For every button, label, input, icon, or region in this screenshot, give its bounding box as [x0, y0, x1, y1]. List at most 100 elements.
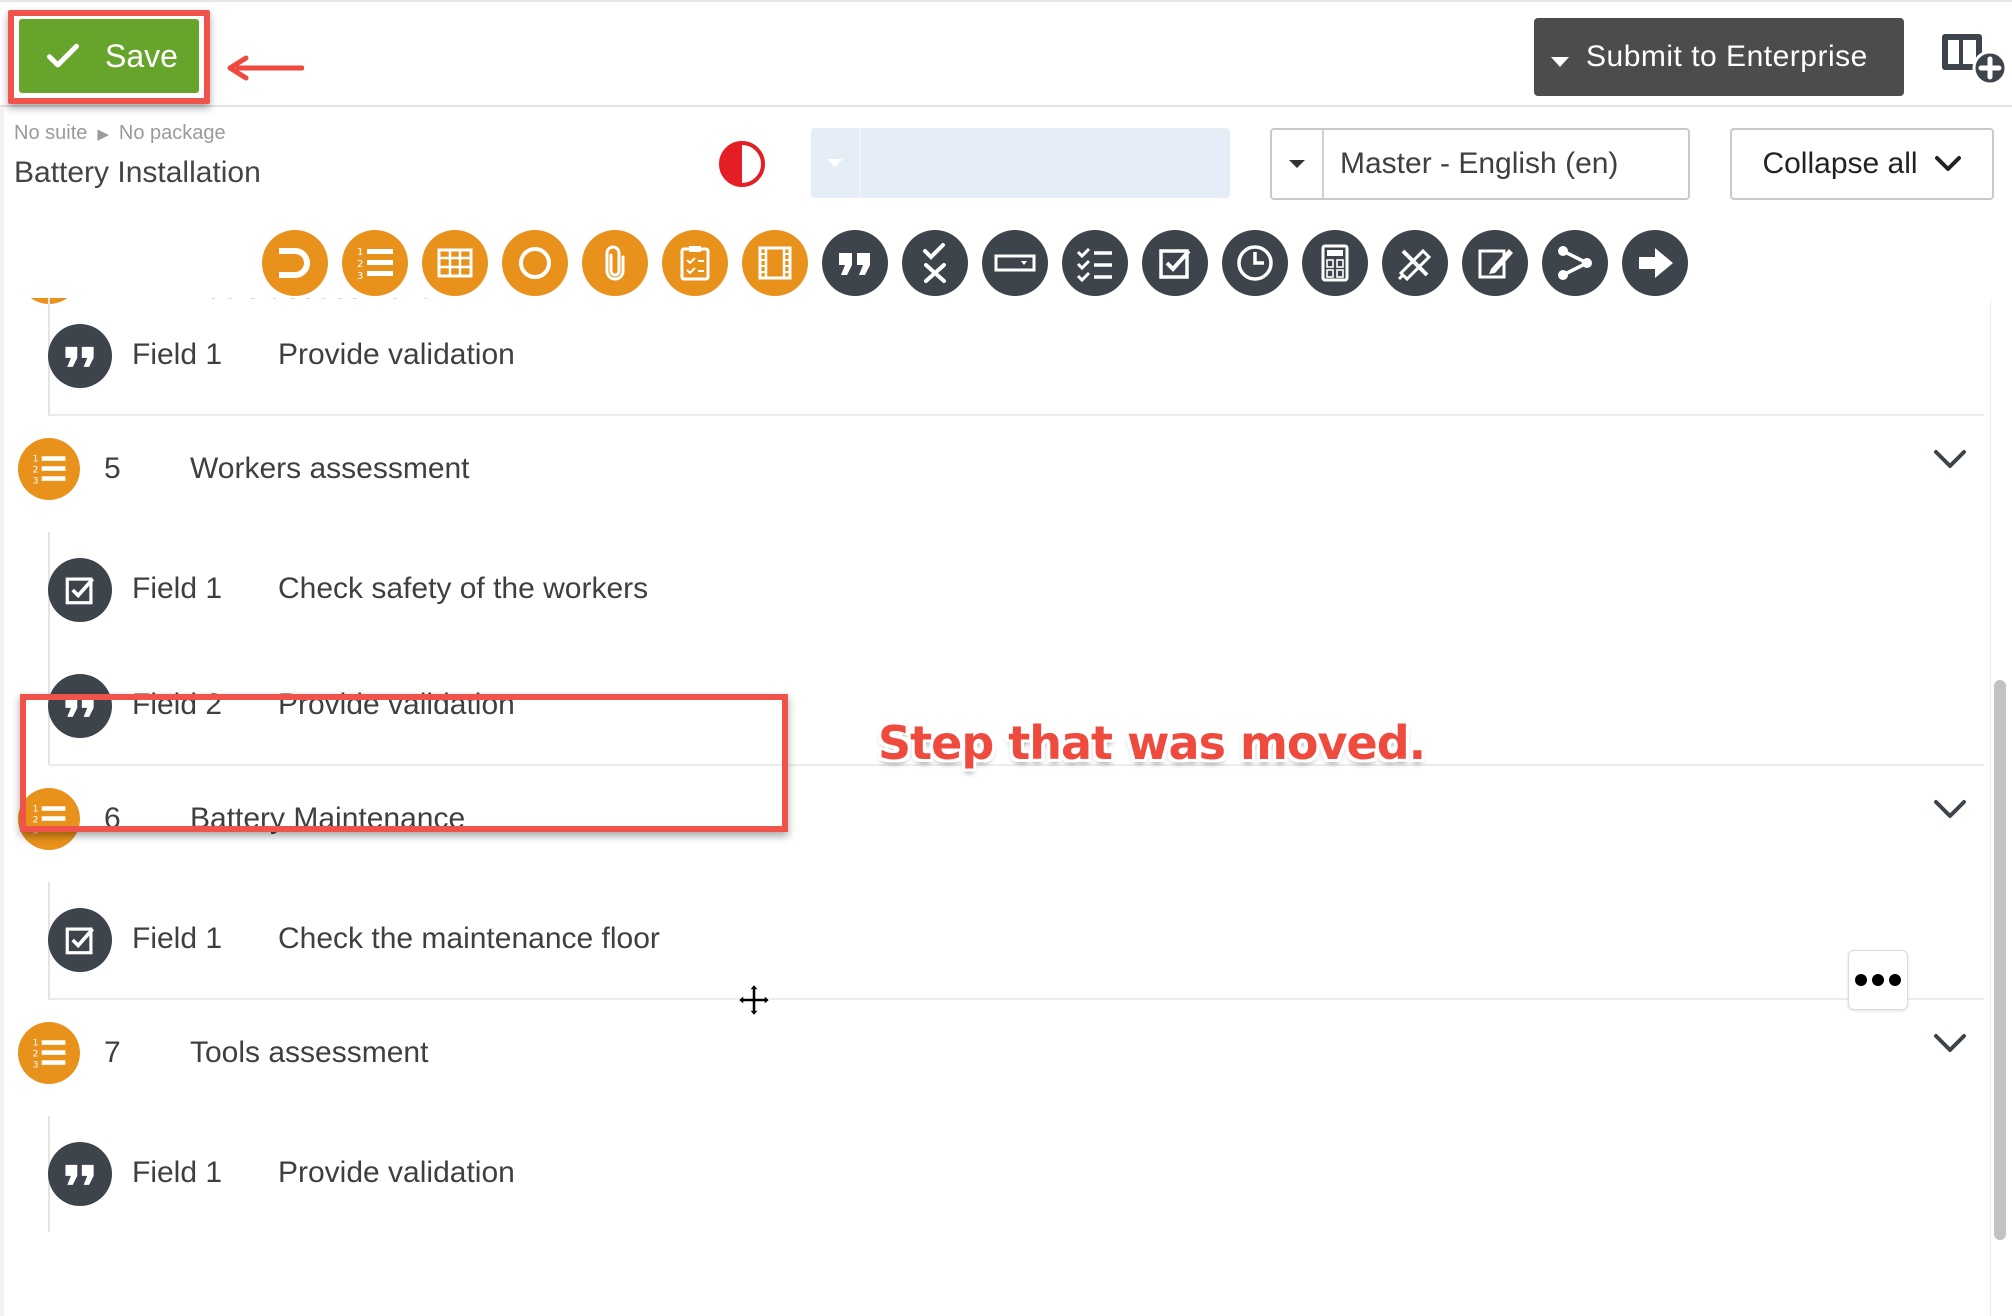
clipboard-icon — [680, 246, 710, 281]
palette-attachment-icon[interactable] — [582, 230, 648, 296]
field-text: Check safety of the workers — [278, 572, 649, 605]
clock-icon — [1237, 245, 1273, 281]
top-toolbar: Save Submit to Enterprise — [0, 0, 2012, 107]
svg-text:2: 2 — [33, 1050, 39, 1060]
numbered-list-icon: 123 — [18, 1022, 80, 1084]
save-button-label: Save — [105, 37, 178, 74]
chevron-down-icon[interactable] — [1932, 448, 1968, 472]
svg-text:1: 1 — [357, 247, 363, 258]
list-item-field[interactable]: Field 1 Check safety of the workers — [0, 532, 1990, 648]
moved-step-annotation: Step that was moved. — [878, 716, 1426, 770]
field-text: Provide validation — [278, 1156, 515, 1189]
page-title: Battery Installation — [14, 156, 261, 189]
palette-arrow-right-icon[interactable] — [1622, 230, 1688, 296]
palette-rotate-icon[interactable] — [262, 230, 328, 296]
palette-clock-icon[interactable] — [1222, 230, 1288, 296]
language-select[interactable]: Master - English (en) — [1270, 128, 1690, 200]
numbered-list-icon: 123 — [357, 247, 393, 282]
ellipsis-icon — [1855, 974, 1901, 986]
step-number: 7 — [104, 1036, 121, 1069]
edit-note-icon — [1478, 249, 1513, 279]
row-divider — [48, 414, 1984, 416]
palette-checklist-icon[interactable] — [1062, 230, 1128, 296]
palette-clipboard-icon[interactable] — [662, 230, 728, 296]
step-title: Tools assessment — [190, 1036, 429, 1069]
svg-text:2: 2 — [33, 466, 39, 476]
add-layout-icon[interactable] — [1938, 26, 2012, 86]
quote-icon — [839, 253, 870, 275]
breadcrumb: No suite ▶ No package — [14, 122, 226, 145]
palette-calculator-icon[interactable] — [1302, 230, 1368, 296]
ruler-pencil-icon — [1397, 248, 1432, 282]
caret-down-icon — [1534, 46, 1586, 68]
chevron-down-icon[interactable] — [1932, 1032, 1968, 1056]
field-text: Provide validation — [278, 338, 515, 371]
svg-text:2: 2 — [357, 259, 363, 270]
list-item-field[interactable]: Field 1 Provide validation — [0, 298, 1990, 414]
chevron-down-icon[interactable] — [1932, 798, 1968, 822]
field-name: Field 1 — [132, 1156, 223, 1189]
scrollbar-thumb[interactable] — [1994, 680, 2006, 1240]
list-item-step[interactable]: 123 7 Tools assessment — [0, 998, 1990, 1108]
breadcrumb-package[interactable]: No package — [119, 122, 226, 145]
svg-text:3: 3 — [33, 1061, 39, 1071]
palette-quote-icon[interactable] — [822, 230, 888, 296]
more-options-button[interactable] — [1848, 950, 1908, 1010]
filter-select[interactable] — [811, 128, 1230, 198]
language-select-value: Master - English (en) — [1340, 147, 1619, 180]
palette-dropdown-field-icon[interactable] — [982, 230, 1048, 296]
palette-circle-icon[interactable] — [502, 230, 568, 296]
quote-icon — [48, 324, 112, 388]
checklist-icon — [1076, 247, 1112, 283]
palette-film-icon[interactable] — [742, 230, 808, 296]
svg-text:1: 1 — [33, 1039, 39, 1049]
moved-step-highlight-box — [20, 694, 788, 832]
palette-ruler-pencil-icon[interactable] — [1382, 230, 1448, 296]
attachment-icon — [605, 245, 625, 281]
arrow-right-icon — [1639, 248, 1673, 278]
calculator-icon — [1321, 244, 1349, 282]
field-name: Field 1 — [132, 338, 223, 371]
svg-text:1: 1 — [33, 455, 39, 465]
palette-numbered-list-icon[interactable]: 123 — [342, 230, 408, 296]
breadcrumb-suite[interactable]: No suite — [14, 122, 87, 145]
field-name: Field 1 — [132, 922, 223, 955]
field-text: Check the maintenance floor — [278, 922, 660, 955]
checkbox-icon — [1159, 249, 1191, 279]
caret-down-icon — [811, 128, 861, 198]
list-item-step[interactable]: 123 5 Workers assessment — [0, 414, 1990, 524]
table-icon — [437, 248, 473, 278]
arrow-annotation-icon — [227, 55, 304, 81]
checkbox-icon — [48, 908, 112, 972]
palette-edit-note-icon[interactable] — [1462, 230, 1528, 296]
contrast-icon[interactable] — [718, 140, 766, 188]
palette-branch-icon[interactable] — [1542, 230, 1608, 296]
rotate-icon — [279, 248, 310, 278]
row-divider — [48, 998, 1984, 1000]
check-icon — [46, 43, 80, 68]
step-title: Workers assessment — [190, 452, 470, 485]
collapse-all-button[interactable]: Collapse all — [1730, 128, 1994, 200]
palette-check-cross-icon[interactable] — [902, 230, 968, 296]
save-button[interactable]: Save — [19, 19, 199, 93]
procedure-list: 123 4 Tools assessment Field 1 Provide v… — [0, 298, 1990, 1316]
film-icon — [758, 246, 792, 280]
circle-icon — [519, 247, 551, 279]
check-cross-icon — [923, 243, 946, 283]
palette-table-icon[interactable] — [422, 230, 488, 296]
submit-to-enterprise-button[interactable]: Submit to Enterprise — [1534, 18, 1904, 96]
breadcrumb-separator-icon: ▶ — [97, 125, 109, 143]
list-item-field[interactable]: Field 1 Provide validation — [0, 1116, 1990, 1232]
numbered-list-icon: 123 — [18, 438, 80, 500]
svg-text:3: 3 — [357, 271, 363, 282]
branch-icon — [1558, 246, 1592, 280]
field-name: Field 1 — [132, 572, 223, 605]
checkbox-icon — [48, 558, 112, 622]
dropdown-field-icon — [994, 254, 1036, 272]
element-palette: 123 — [262, 230, 1688, 296]
palette-checkbox-icon[interactable] — [1142, 230, 1208, 296]
move-cursor-icon — [736, 982, 772, 1018]
list-item-field[interactable]: Field 1 Check the maintenance floor — [0, 882, 1990, 998]
caret-down-icon — [1272, 130, 1324, 198]
chevron-down-icon — [1934, 156, 1961, 171]
